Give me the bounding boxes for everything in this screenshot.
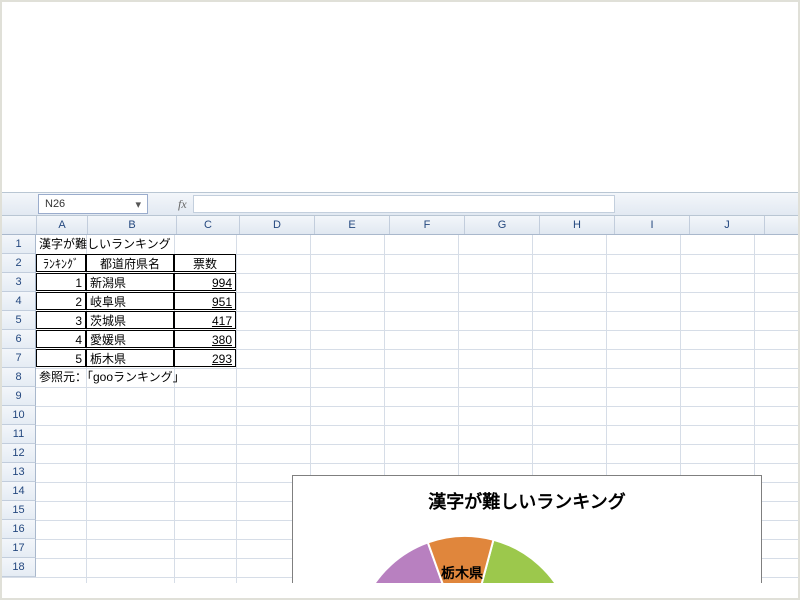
cell[interactable]: 380: [174, 330, 236, 348]
column-header-F[interactable]: F: [390, 216, 465, 234]
column-header-A[interactable]: A: [37, 216, 88, 234]
cell[interactable]: 1: [36, 273, 86, 291]
row-header-5[interactable]: 5: [2, 311, 36, 330]
row-header-7[interactable]: 7: [2, 349, 36, 368]
cell[interactable]: 票数: [174, 254, 236, 272]
row-header-17[interactable]: 17: [2, 539, 36, 558]
cell[interactable]: 茨城県: [86, 311, 174, 329]
formula-bar: N26 ▾ fx: [2, 192, 798, 216]
row-header-15[interactable]: 15: [2, 501, 36, 520]
name-box-dropdown-icon[interactable]: ▾: [135, 198, 141, 211]
cell[interactable]: 都道府県名: [86, 254, 174, 272]
row-header-4[interactable]: 4: [2, 292, 36, 311]
row-header-6[interactable]: 6: [2, 330, 36, 349]
spreadsheet-grid[interactable]: 123456789101112131415161718 漢字が難しいランキングﾗ…: [2, 235, 798, 583]
row-header-10[interactable]: 10: [2, 406, 36, 425]
cell[interactable]: 4: [36, 330, 86, 348]
chart-title: 漢字が難しいランキング: [293, 488, 761, 514]
row-header-11[interactable]: 11: [2, 425, 36, 444]
fx-icon[interactable]: fx: [178, 197, 187, 212]
cell[interactable]: 栃木県: [86, 349, 174, 367]
row-header-16[interactable]: 16: [2, 520, 36, 539]
column-header-B[interactable]: B: [88, 216, 177, 234]
row-header-8[interactable]: 8: [2, 368, 36, 387]
cell[interactable]: 漢字が難しいランキング: [36, 235, 236, 253]
cell[interactable]: 2: [36, 292, 86, 310]
row-header-12[interactable]: 12: [2, 444, 36, 463]
cell[interactable]: 5: [36, 349, 86, 367]
row-header-18[interactable]: 18: [2, 558, 36, 577]
row-header-3[interactable]: 3: [2, 273, 36, 292]
column-header-D[interactable]: D: [240, 216, 315, 234]
column-header-H[interactable]: H: [540, 216, 615, 234]
cell[interactable]: 3: [36, 311, 86, 329]
cell[interactable]: 417: [174, 311, 236, 329]
column-header-J[interactable]: J: [690, 216, 765, 234]
blank-header-area: [2, 2, 798, 192]
cell[interactable]: 参照元：「gooランキング」: [36, 368, 276, 386]
pie-plot: 新潟県岐阜県茨城県愛媛県栃木県: [351, 532, 579, 583]
name-box[interactable]: N26 ▾: [38, 194, 148, 214]
cell[interactable]: 293: [174, 349, 236, 367]
row-headers: 123456789101112131415161718: [2, 235, 36, 577]
row-header-9[interactable]: 9: [2, 387, 36, 406]
cell[interactable]: 愛媛県: [86, 330, 174, 348]
cell-reference: N26: [45, 198, 65, 210]
column-headers: ABCDEFGHIJ: [2, 216, 798, 235]
cell[interactable]: 951: [174, 292, 236, 310]
select-all-corner[interactable]: [2, 216, 37, 234]
column-header-G[interactable]: G: [465, 216, 540, 234]
row-header-14[interactable]: 14: [2, 482, 36, 501]
row-header-13[interactable]: 13: [2, 463, 36, 482]
pie-chart[interactable]: 漢字が難しいランキング 新潟県岐阜県茨城県愛媛県栃木県 新潟県岐阜県茨城県愛媛県…: [292, 475, 762, 583]
column-header-E[interactable]: E: [315, 216, 390, 234]
formula-input[interactable]: [193, 195, 615, 213]
cell[interactable]: ﾗﾝｷﾝｸﾞ: [36, 254, 86, 272]
row-header-2[interactable]: 2: [2, 254, 36, 273]
cell[interactable]: 994: [174, 273, 236, 291]
column-header-C[interactable]: C: [177, 216, 240, 234]
column-header-I[interactable]: I: [615, 216, 690, 234]
row-header-1[interactable]: 1: [2, 235, 36, 254]
cell[interactable]: 岐阜県: [86, 292, 174, 310]
excel-window: N26 ▾ fx ABCDEFGHIJ 12345678910111213141…: [0, 0, 800, 600]
cell[interactable]: 新潟県: [86, 273, 174, 291]
